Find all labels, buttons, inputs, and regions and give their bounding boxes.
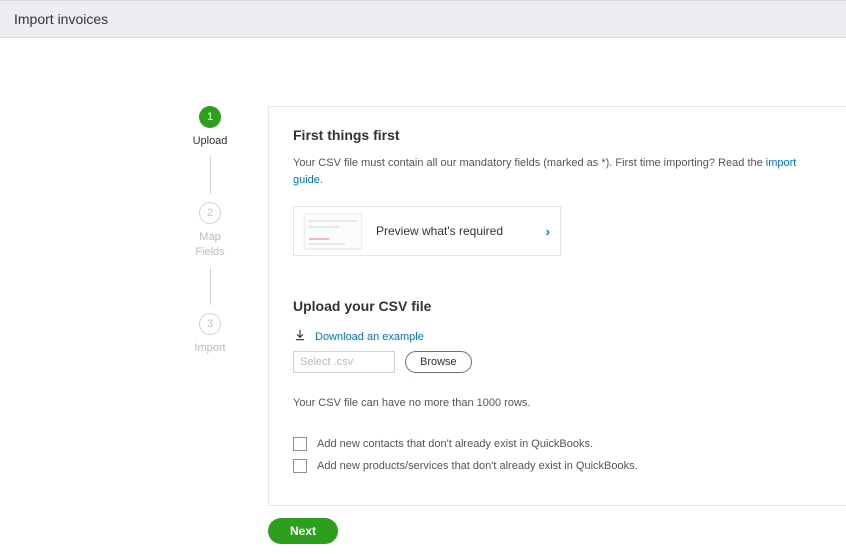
main-content: 1 Upload 2 Map Fields 3 Import First thi… [0, 106, 846, 506]
page-header: Import invoices [0, 0, 846, 38]
step-connector [210, 156, 211, 194]
step-1-circle[interactable]: 1 [199, 106, 221, 128]
browse-button[interactable]: Browse [405, 351, 472, 373]
row-limit-note: Your CSV file can have no more than 1000… [293, 397, 822, 409]
step-3-circle: 3 [199, 313, 221, 335]
page-title: Import invoices [14, 11, 832, 27]
add-contacts-label[interactable]: Add new contacts that don't already exis… [317, 438, 593, 450]
add-contacts-checkbox[interactable] [293, 437, 307, 451]
next-button[interactable]: Next [268, 518, 338, 544]
preview-thumbnail [304, 213, 362, 249]
step-1-label: Upload [193, 134, 228, 148]
intro-title: First things first [293, 127, 822, 143]
upload-section: Upload your CSV file Download an example… [293, 298, 822, 473]
download-example-link[interactable]: Download an example [315, 331, 424, 343]
step-connector [210, 267, 211, 305]
file-path-input[interactable] [293, 351, 395, 373]
intro-text-before: Your CSV file must contain all our manda… [293, 157, 766, 169]
step-3-label: Import [194, 341, 225, 355]
preview-required-card[interactable]: Preview what's required › [293, 206, 561, 256]
option-add-products-row: Add new products/services that don't alr… [293, 459, 822, 473]
option-add-contacts-row: Add new contacts that don't already exis… [293, 437, 822, 451]
intro-text: Your CSV file must contain all our manda… [293, 155, 822, 188]
download-icon [293, 328, 307, 345]
step-2-circle: 2 [199, 202, 221, 224]
file-select-row: Browse [293, 351, 822, 373]
add-products-label[interactable]: Add new products/services that don't alr… [317, 460, 638, 472]
preview-label: Preview what's required [376, 224, 546, 238]
upload-title: Upload your CSV file [293, 298, 822, 314]
content-panel: First things first Your CSV file must co… [268, 106, 846, 506]
footer: Next [0, 518, 846, 544]
intro-text-after: . [320, 174, 323, 186]
wizard-stepper: 1 Upload 2 Map Fields 3 Import [170, 106, 250, 506]
chevron-right-icon: › [546, 224, 550, 239]
add-products-checkbox[interactable] [293, 459, 307, 473]
download-example-row: Download an example [293, 328, 822, 345]
options-group: Add new contacts that don't already exis… [293, 437, 822, 473]
step-2-label: Map Fields [195, 230, 224, 259]
